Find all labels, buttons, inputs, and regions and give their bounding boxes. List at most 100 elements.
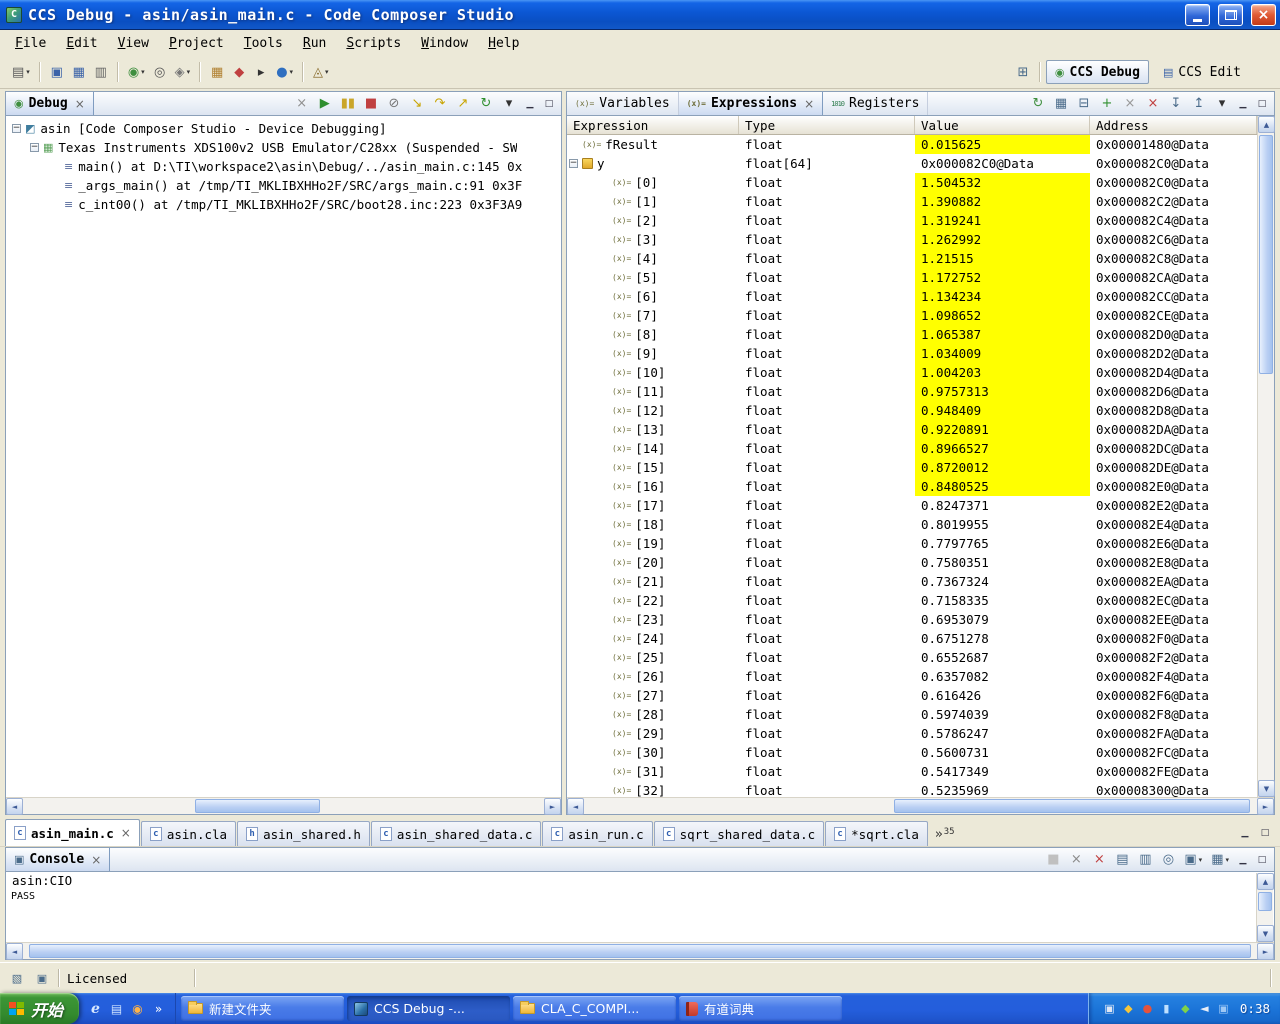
- pin-console-button[interactable]: ◎: [1157, 848, 1179, 872]
- menu-tools[interactable]: Tools: [235, 33, 292, 54]
- expressions-vscrollbar[interactable]: ▲ ▼: [1257, 116, 1275, 797]
- debug-hscrollbar[interactable]: ◄ ►: [6, 797, 561, 815]
- minimize-editor-button[interactable]: ▁: [1236, 824, 1254, 842]
- expression-row[interactable]: − y float[64] 0x000082C0@Data 0x000082C0@Dat…: [567, 154, 1257, 173]
- minimize-button[interactable]: [1185, 3, 1210, 26]
- maximize-debug-view-button[interactable]: □: [540, 95, 558, 113]
- menu-run[interactable]: Run: [294, 33, 335, 54]
- expression-row[interactable]: (x)= [1] float 1.390882 0x000082C2@Data: [567, 192, 1257, 211]
- expression-row[interactable]: (x)= [2] float 1.319241 0x000082C4@Data: [567, 211, 1257, 230]
- maximize-editor-button[interactable]: □: [1256, 824, 1274, 842]
- fast-view-button[interactable]: ▧: [8, 969, 26, 987]
- menu-window[interactable]: Window: [412, 33, 477, 54]
- disconnect-button[interactable]: ⊘: [383, 92, 405, 116]
- expression-row[interactable]: (x)= [26] float 0.6357082 0x000082F4@Data: [567, 667, 1257, 686]
- scroll-thumb[interactable]: [1258, 892, 1272, 912]
- task-button-ccs[interactable]: CCS Debug -...: [347, 996, 511, 1021]
- restart-button[interactable]: ↻: [475, 92, 497, 116]
- new-button[interactable]: ▤ ▾: [8, 60, 34, 84]
- scroll-track[interactable]: [23, 943, 1257, 959]
- close-tab-icon[interactable]: ×: [804, 97, 814, 111]
- save-all-button[interactable]: ▦: [68, 60, 90, 84]
- refresh-button[interactable]: ↻: [1027, 92, 1049, 116]
- collapse-toggle-icon[interactable]: −: [12, 124, 21, 133]
- column-header-type[interactable]: Type: [739, 116, 915, 134]
- profile-button[interactable]: ● ▾: [272, 60, 297, 84]
- expression-row[interactable]: (x)= [5] float 1.172752 0x000082CA@Data: [567, 268, 1257, 287]
- expression-row[interactable]: (x)= [10] float 1.004203 0x000082D4@Data: [567, 363, 1257, 382]
- print-button[interactable]: ▥: [90, 60, 112, 84]
- expression-row[interactable]: (x)= [28] float 0.5974039 0x000082F8@Data: [567, 705, 1257, 724]
- close-console-tab-icon[interactable]: ×: [91, 853, 101, 867]
- expression-row[interactable]: (x)= [12] float 0.948409 0x000082D8@Data: [567, 401, 1257, 420]
- minimize-debug-view-button[interactable]: ▁: [521, 95, 539, 113]
- expression-row[interactable]: (x)= [25] float 0.6552687 0x000082F2@Data: [567, 648, 1257, 667]
- column-header-address[interactable]: Address: [1090, 116, 1257, 134]
- display-console-button[interactable]: ▣ ▾: [1180, 848, 1206, 872]
- column-header-value[interactable]: Value: [915, 116, 1090, 134]
- editor-tab-asin-shared-data-c[interactable]: c asin_shared_data.c: [370, 821, 542, 846]
- expression-row[interactable]: (x)= [18] float 0.8019955 0x000082E4@Data: [567, 515, 1257, 534]
- editor-tab-overflow-button[interactable]: » 35: [935, 827, 955, 842]
- ccs-edit-perspective-button[interactable]: ▤ CCS Edit: [1154, 60, 1250, 84]
- expression-row[interactable]: (x)= fResult float 0.015625 0x00001480@Data: [567, 135, 1257, 154]
- menu-edit[interactable]: Edit: [57, 33, 106, 54]
- expression-row[interactable]: (x)= [11] float 0.9757313 0x000082D6@Data: [567, 382, 1257, 401]
- open-perspective-button[interactable]: ⊞: [1012, 60, 1034, 84]
- expression-row[interactable]: (x)= [23] float 0.6953079 0x000082EE@Data: [567, 610, 1257, 629]
- debug-tree-node[interactable]: ≡ _args_main() at /tmp/TI_MKLIBXHHo2F/SRC…: [6, 176, 561, 195]
- titlebar[interactable]: C CCS Debug - asin/asin_main.c - Code Co…: [0, 0, 1280, 30]
- editor-tab-asin-cla[interactable]: c asin.cla: [140, 821, 237, 846]
- expression-row[interactable]: (x)= [31] float 0.5417349 0x000082FE@Data: [567, 762, 1257, 781]
- console-vscrollbar[interactable]: ▲ ▼: [1256, 873, 1274, 942]
- scroll-thumb[interactable]: [1259, 135, 1273, 375]
- expression-row[interactable]: (x)= [20] float 0.7580351 0x000082E8@Data: [567, 553, 1257, 572]
- debug-tab[interactable]: ◉ Debug ×: [6, 92, 94, 115]
- step-over-button[interactable]: ↷: [429, 92, 451, 116]
- remove-expression-button[interactable]: ×: [1119, 92, 1141, 116]
- save-button[interactable]: ▣: [46, 60, 68, 84]
- terminate-console-button[interactable]: ■: [1042, 848, 1064, 872]
- view-menu-button[interactable]: ▾: [1211, 92, 1233, 116]
- scroll-track[interactable]: [1258, 133, 1274, 780]
- scroll-thumb[interactable]: [893, 799, 1251, 813]
- show-desktop-icon[interactable]: ▤: [108, 1000, 125, 1017]
- expression-row[interactable]: (x)= [7] float 1.098652 0x000082CE@Data: [567, 306, 1257, 325]
- scroll-right-button[interactable]: ►: [1257, 943, 1274, 960]
- memory-button[interactable]: ▦: [206, 60, 228, 84]
- expression-row[interactable]: (x)= [32] float 0.5235969 0x00008300@Data: [567, 781, 1257, 797]
- expression-row[interactable]: (x)= [29] float 0.5786247 0x000082FA@Data: [567, 724, 1257, 743]
- ie-quicklaunch-icon[interactable]: e: [87, 1000, 104, 1017]
- tray-display-icon[interactable]: ▣: [1215, 1000, 1232, 1017]
- step-return-button[interactable]: ↗: [452, 92, 474, 116]
- minimize-expressions-view-button[interactable]: ▁: [1234, 95, 1252, 113]
- export-button[interactable]: ↥: [1188, 92, 1210, 116]
- tray-antivirus-icon[interactable]: ●: [1139, 1000, 1156, 1017]
- editor-tab-asin-shared-h[interactable]: h asin_shared.h: [237, 821, 370, 846]
- editor-tab--sqrt-cla[interactable]: c *sqrt.cla: [825, 821, 928, 846]
- collapse-toggle-icon[interactable]: −: [30, 143, 39, 152]
- clear-console-button[interactable]: ▤: [1111, 848, 1133, 872]
- remove-launch-button[interactable]: ×: [1065, 848, 1087, 872]
- close-button[interactable]: ×: [1251, 3, 1276, 26]
- debug-tree-node[interactable]: ≡ main() at D:\TI\workspace2\asin\Debug/.…: [6, 157, 561, 176]
- debug-tree-node[interactable]: − ◩ asin [Code Composer Studio - Device De…: [6, 119, 561, 138]
- minimize-console-view-button[interactable]: ▁: [1234, 851, 1252, 869]
- debug-tree-node[interactable]: − ▦ Texas Instruments XDS100v2 USB Emulato…: [6, 138, 561, 157]
- tab-registers[interactable]: 1010 Registers: [823, 92, 929, 115]
- editor-tab-asin-main-c[interactable]: c asin_main.c ×: [5, 819, 140, 846]
- search-button[interactable]: ◬ ▾: [309, 60, 333, 84]
- scroll-down-button[interactable]: ▼: [1257, 925, 1274, 942]
- tray-ime-icon[interactable]: ▣: [1101, 1000, 1118, 1017]
- scroll-left-button[interactable]: ◄: [567, 798, 584, 815]
- remove-all-terminated-button[interactable]: ×: [291, 92, 313, 116]
- scroll-track[interactable]: [1257, 890, 1273, 925]
- connect-target-button[interactable]: ◎: [149, 60, 171, 84]
- maximize-console-view-button[interactable]: □: [1253, 851, 1271, 869]
- step-into-button[interactable]: ↘: [406, 92, 428, 116]
- scroll-right-button[interactable]: ►: [1257, 798, 1274, 815]
- tab-variables[interactable]: (x)= Variables: [567, 92, 679, 115]
- media-player-icon[interactable]: ◉: [129, 1000, 146, 1017]
- expression-row[interactable]: (x)= [17] float 0.8247371 0x000082E2@Data: [567, 496, 1257, 515]
- maximize-expressions-view-button[interactable]: □: [1253, 95, 1271, 113]
